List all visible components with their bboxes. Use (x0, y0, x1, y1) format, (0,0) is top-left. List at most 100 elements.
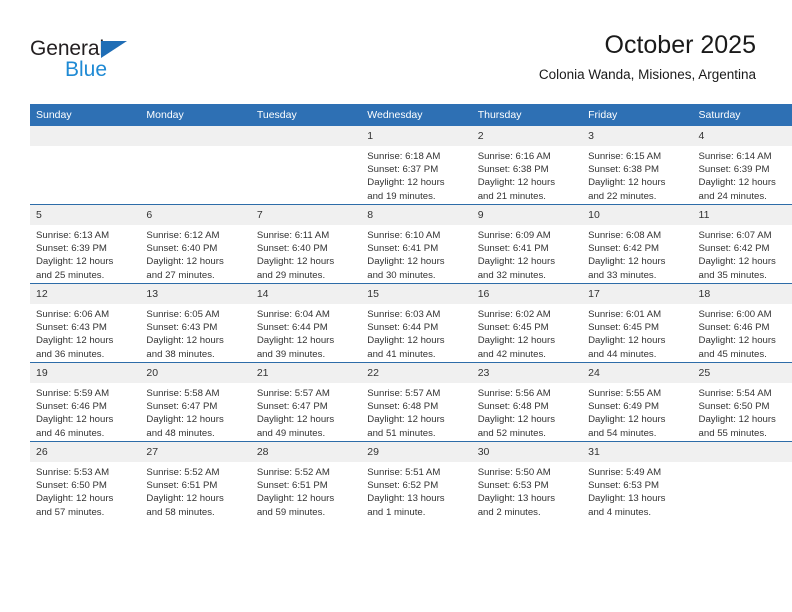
daylight-text-line2: and 55 minutes. (698, 427, 767, 439)
daylight-text-line1: Daylight: 12 hours (698, 256, 776, 268)
day-cell-empty (140, 126, 251, 205)
day-details: Sunrise: 5:58 AM Sunset: 6:47 PM Daylight:… (140, 383, 251, 440)
daylight-text-line2: and 52 minutes. (477, 427, 546, 439)
daylight-text-line2: and 44 minutes. (588, 348, 657, 360)
day-cell-28[interactable]: 28 Sunrise: 5:52 AM Sunset: 6:51 PM Dayligh… (250, 441, 362, 520)
daylight-text-line2: and 2 minutes. (477, 506, 541, 518)
daylight-text-line2: and 39 minutes. (256, 348, 326, 360)
sunset-text: Sunset: 6:41 PM (367, 243, 439, 255)
sunset-text: Sunset: 6:45 PM (588, 322, 660, 334)
day-cell-18[interactable]: 18 Sunrise: 6:00 AM Sunset: 6:46 PM Dayligh… (692, 283, 792, 363)
sunset-text: Sunset: 6:38 PM (477, 164, 549, 176)
calendar-week-row: 26 Sunrise: 5:53 AM Sunset: 6:50 PM Dayligh… (30, 441, 792, 520)
day-cell-1[interactable]: 1 Sunrise: 6:18 AM Sunset: 6:37 PM Daylight… (361, 126, 472, 205)
sunrise-text: Sunrise: 5:53 AM (36, 467, 110, 478)
day-number: 25 (692, 363, 792, 383)
day-cell-16[interactable]: 16 Sunrise: 6:02 AM Sunset: 6:45 PM Dayligh… (471, 283, 583, 363)
sunrise-text: Sunrise: 6:01 AM (588, 309, 662, 320)
sunrise-text: Sunrise: 5:56 AM (477, 388, 551, 399)
general-blue-logo: General Blue (30, 36, 160, 84)
weekday-header-friday: Friday (582, 104, 693, 126)
day-cell-4[interactable]: 4 Sunrise: 6:14 AM Sunset: 6:39 PM Daylight… (692, 126, 792, 205)
sunrise-text: Sunrise: 6:02 AM (477, 309, 551, 320)
day-cell-9[interactable]: 9 Sunrise: 6:09 AM Sunset: 6:41 PM Daylight… (471, 204, 583, 284)
day-cell-22[interactable]: 22 Sunrise: 5:57 AM Sunset: 6:48 PM Dayligh… (361, 362, 472, 442)
daylight-text-line2: and 21 minutes. (477, 190, 546, 202)
day-cell-6[interactable]: 6 Sunrise: 6:12 AM Sunset: 6:40 PM Daylight… (140, 204, 251, 284)
daylight-text-line1: Daylight: 12 hours (367, 256, 445, 268)
day-details: Sunrise: 5:53 AM Sunset: 6:50 PM Daylight:… (30, 462, 141, 519)
day-details: Sunrise: 5:59 AM Sunset: 6:46 PM Daylight:… (30, 383, 141, 440)
day-cell-2[interactable]: 2 Sunrise: 6:16 AM Sunset: 6:38 PM Daylight… (471, 126, 583, 205)
day-details: Sunrise: 5:55 AM Sunset: 6:49 PM Daylight:… (582, 383, 693, 440)
day-cell-7[interactable]: 7 Sunrise: 6:11 AM Sunset: 6:40 PM Daylight… (250, 204, 362, 284)
sunrise-text: Sunrise: 6:13 AM (36, 230, 110, 241)
day-number: 23 (471, 363, 583, 383)
day-number: 20 (140, 363, 251, 383)
sunrise-text: Sunrise: 5:51 AM (367, 467, 441, 478)
day-cell-25[interactable]: 25 Sunrise: 5:54 AM Sunset: 6:50 PM Dayligh… (692, 362, 792, 442)
daylight-text-line1: Daylight: 13 hours (588, 493, 666, 505)
day-number: 14 (250, 284, 362, 304)
daylight-text-line2: and 36 minutes. (36, 348, 105, 360)
day-cell-29[interactable]: 29 Sunrise: 5:51 AM Sunset: 6:52 PM Dayligh… (361, 441, 472, 520)
day-cell-13[interactable]: 13 Sunrise: 6:05 AM Sunset: 6:43 PM Dayligh… (140, 283, 251, 363)
daylight-text-line1: Daylight: 12 hours (146, 335, 224, 347)
daylight-text-line1: Daylight: 12 hours (588, 256, 666, 268)
day-number: 24 (582, 363, 693, 383)
day-details: Sunrise: 5:52 AM Sunset: 6:51 PM Daylight:… (250, 462, 362, 519)
day-details: Sunrise: 6:00 AM Sunset: 6:46 PM Daylight:… (692, 304, 792, 361)
daylight-text-line1: Daylight: 12 hours (367, 335, 445, 347)
day-details: Sunrise: 6:16 AM Sunset: 6:38 PM Daylight:… (471, 146, 583, 203)
day-details: Sunrise: 6:01 AM Sunset: 6:45 PM Daylight:… (582, 304, 693, 361)
day-cell-23[interactable]: 23 Sunrise: 5:56 AM Sunset: 6:48 PM Dayligh… (471, 362, 583, 442)
sunset-text: Sunset: 6:43 PM (36, 322, 107, 334)
day-cell-5[interactable]: 5 Sunrise: 6:13 AM Sunset: 6:39 PM Daylight… (30, 204, 141, 284)
sunset-text: Sunset: 6:40 PM (256, 243, 328, 255)
day-cell-27[interactable]: 27 Sunrise: 5:52 AM Sunset: 6:51 PM Dayligh… (140, 441, 251, 520)
calendar-week-row: 19 Sunrise: 5:59 AM Sunset: 6:46 PM Dayligh… (30, 362, 792, 442)
day-details: Sunrise: 6:08 AM Sunset: 6:42 PM Daylight:… (582, 225, 693, 282)
daylight-text-line1: Daylight: 12 hours (256, 414, 335, 426)
sunset-text: Sunset: 6:39 PM (698, 164, 770, 176)
sunrise-text: Sunrise: 5:52 AM (256, 467, 330, 478)
day-cell-10[interactable]: 10 Sunrise: 6:08 AM Sunset: 6:42 PM Dayligh… (582, 204, 693, 284)
sunset-text: Sunset: 6:48 PM (477, 401, 549, 413)
day-cell-14[interactable]: 14 Sunrise: 6:04 AM Sunset: 6:44 PM Dayligh… (250, 283, 362, 363)
day-details (30, 146, 141, 203)
daylight-text-line1: Daylight: 12 hours (588, 177, 666, 189)
day-cell-empty (692, 441, 792, 520)
sunrise-text: Sunrise: 6:10 AM (367, 230, 441, 241)
day-cell-19[interactable]: 19 Sunrise: 5:59 AM Sunset: 6:46 PM Dayligh… (30, 362, 141, 442)
daylight-text-line2: and 29 minutes. (256, 269, 326, 281)
page-title: October 2025 (604, 31, 757, 59)
day-cell-8[interactable]: 8 Sunrise: 6:10 AM Sunset: 6:41 PM Daylight… (361, 204, 472, 284)
daylight-text-line1: Daylight: 12 hours (698, 414, 776, 426)
daylight-text-line2: and 59 minutes. (256, 506, 326, 518)
day-cell-20[interactable]: 20 Sunrise: 5:58 AM Sunset: 6:47 PM Dayligh… (140, 362, 251, 442)
sunset-text: Sunset: 6:50 PM (36, 480, 107, 492)
day-cell-21[interactable]: 21 Sunrise: 5:57 AM Sunset: 6:47 PM Dayligh… (250, 362, 362, 442)
day-number: 4 (692, 126, 792, 146)
calendar-table: Sunday Monday Tuesday Wednesday Thursday Frid… (30, 104, 792, 520)
sunrise-text: Sunrise: 5:57 AM (367, 388, 441, 399)
sunrise-text: Sunrise: 6:03 AM (367, 309, 441, 320)
day-number: 6 (140, 205, 251, 225)
day-cell-26[interactable]: 26 Sunrise: 5:53 AM Sunset: 6:50 PM Dayligh… (30, 441, 141, 520)
day-cell-24[interactable]: 24 Sunrise: 5:55 AM Sunset: 6:49 PM Dayligh… (582, 362, 693, 442)
day-cell-11[interactable]: 11 Sunrise: 6:07 AM Sunset: 6:42 PM Dayligh… (692, 204, 792, 284)
day-cell-15[interactable]: 15 Sunrise: 6:03 AM Sunset: 6:44 PM Dayligh… (361, 283, 472, 363)
day-cell-3[interactable]: 3 Sunrise: 6:15 AM Sunset: 6:38 PM Daylight… (582, 126, 693, 205)
daylight-text-line1: Daylight: 13 hours (367, 493, 445, 505)
day-number: 11 (692, 205, 792, 225)
day-number (250, 126, 362, 146)
sunrise-text: Sunrise: 6:12 AM (146, 230, 220, 241)
sunset-text: Sunset: 6:51 PM (256, 480, 328, 492)
day-cell-17[interactable]: 17 Sunrise: 6:01 AM Sunset: 6:45 PM Dayligh… (582, 283, 693, 363)
day-cell-empty (30, 126, 141, 205)
day-cell-12[interactable]: 12 Sunrise: 6:06 AM Sunset: 6:43 PM Dayligh… (30, 283, 141, 363)
day-cell-31[interactable]: 31 Sunrise: 5:49 AM Sunset: 6:53 PM Dayligh… (582, 441, 693, 520)
day-details: Sunrise: 6:04 AM Sunset: 6:44 PM Daylight:… (250, 304, 362, 361)
day-cell-30[interactable]: 30 Sunrise: 5:50 AM Sunset: 6:53 PM Dayligh… (471, 441, 583, 520)
sunset-text: Sunset: 6:42 PM (588, 243, 660, 255)
